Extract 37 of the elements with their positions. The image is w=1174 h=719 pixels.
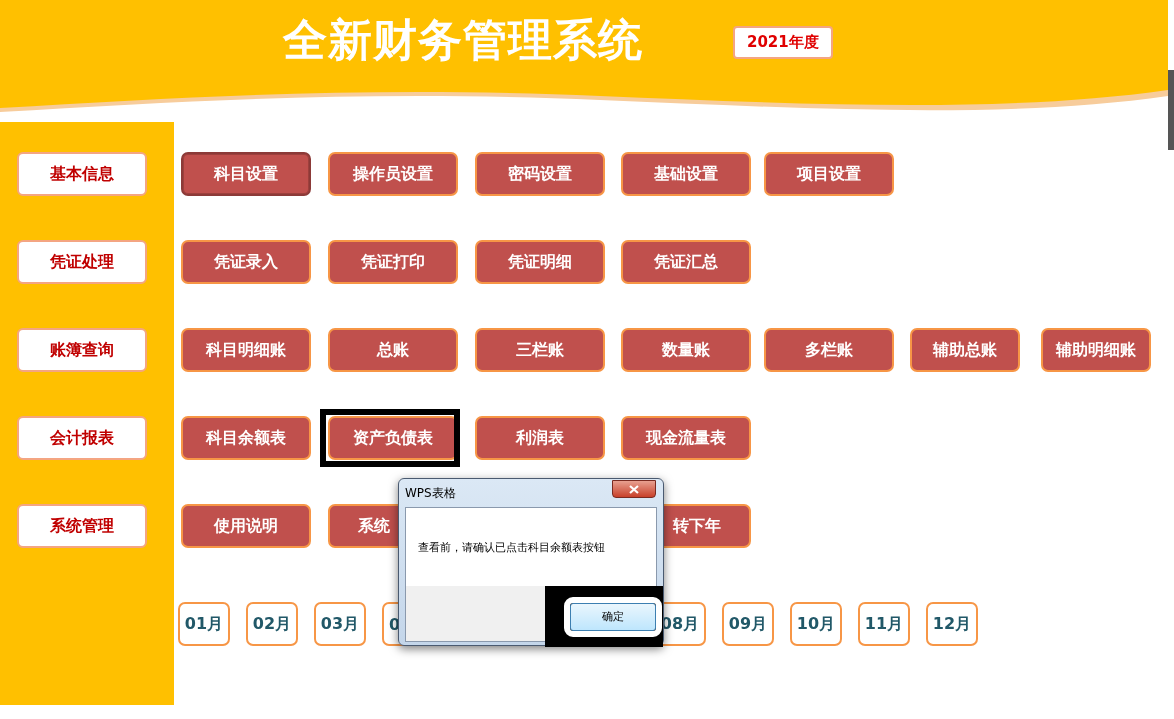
- menu-button[interactable]: 凭证打印: [328, 240, 458, 284]
- month-button[interactable]: 03月: [314, 602, 366, 646]
- category-button[interactable]: 账簿查询: [17, 328, 147, 372]
- menu-button[interactable]: 利润表: [475, 416, 605, 460]
- menu-button[interactable]: 三栏账: [475, 328, 605, 372]
- menu-button[interactable]: 项目设置: [764, 152, 894, 196]
- menu-button[interactable]: 现金流量表: [621, 416, 751, 460]
- category-button[interactable]: 基本信息: [17, 152, 147, 196]
- menu-button[interactable]: 凭证汇总: [621, 240, 751, 284]
- menu-button[interactable]: 辅助总账: [910, 328, 1020, 372]
- menu-button[interactable]: 凭证录入: [181, 240, 311, 284]
- close-icon: [629, 484, 639, 494]
- menu-button[interactable]: 多栏账: [764, 328, 894, 372]
- menu-button[interactable]: 科目明细账: [181, 328, 311, 372]
- category-button[interactable]: 凭证处理: [17, 240, 147, 284]
- menu-button[interactable]: 操作员设置: [328, 152, 458, 196]
- month-button[interactable]: 12月: [926, 602, 978, 646]
- dialog-title: WPS表格: [405, 484, 456, 502]
- menu-button[interactable]: 凭证明细: [475, 240, 605, 284]
- menu-button[interactable]: 使用说明: [181, 504, 311, 548]
- menu-button[interactable]: 科目余额表: [181, 416, 311, 460]
- month-button[interactable]: 11月: [858, 602, 910, 646]
- menu-button[interactable]: 总账: [328, 328, 458, 372]
- month-button[interactable]: 09月: [722, 602, 774, 646]
- menu-button[interactable]: 密码设置: [475, 152, 605, 196]
- close-button[interactable]: [612, 480, 656, 498]
- menu-button[interactable]: 科目设置: [181, 152, 311, 196]
- category-button[interactable]: 会计报表: [17, 416, 147, 460]
- month-button[interactable]: 02月: [246, 602, 298, 646]
- app-title: 全新财务管理系统: [283, 13, 643, 67]
- menu-button[interactable]: 辅助明细账: [1041, 328, 1151, 372]
- month-button[interactable]: 10月: [790, 602, 842, 646]
- year-badge: 2021年度: [733, 26, 833, 59]
- category-button[interactable]: 系统管理: [17, 504, 147, 548]
- menu-button[interactable]: 数量账: [621, 328, 751, 372]
- month-button[interactable]: 01月: [178, 602, 230, 646]
- menu-button[interactable]: 基础设置: [621, 152, 751, 196]
